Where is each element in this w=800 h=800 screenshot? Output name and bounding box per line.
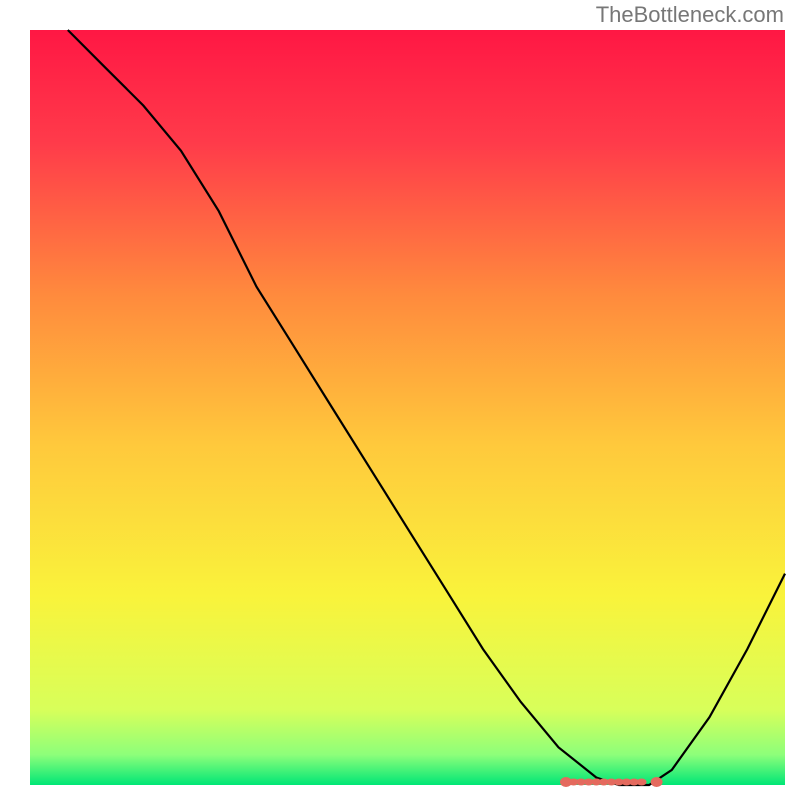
bottleneck-chart: [0, 0, 800, 800]
watermark-text: TheBottleneck.com: [596, 2, 784, 28]
chart-container: TheBottleneck.com: [0, 0, 800, 800]
optimal-marker: [637, 779, 647, 786]
optimal-marker: [651, 777, 663, 787]
plot-background: [30, 30, 785, 785]
